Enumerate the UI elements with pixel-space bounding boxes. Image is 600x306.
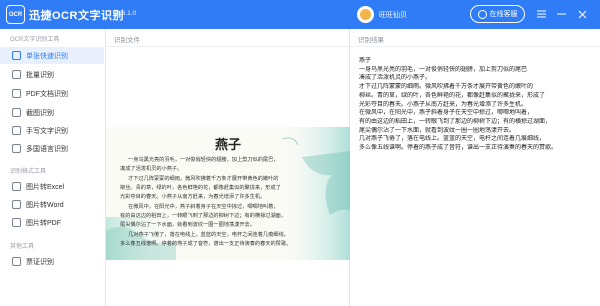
batch-icon <box>12 70 21 79</box>
sidebar-item-image-to-pdf[interactable]: 图片转PDF <box>0 214 104 231</box>
source-file-panel: 识别文件 燕子 一身乌黑光亮的羽毛，一对俊俏轻快的翅膀，加上剪刀似的尾巴， 凑成… <box>106 29 350 306</box>
sidebar-item-label: 单张快速识别 <box>26 52 68 60</box>
divider <box>106 46 349 47</box>
source-image[interactable]: 燕子 一身乌黑光亮的羽毛，一对俊俏轻快的翅膀，加上剪刀似的尾巴， 凑成了活泼机灵… <box>106 127 350 260</box>
recognition-result-panel: 识别结果 燕子 一身乌黑光亮的羽毛，一对俊俏轻快的翅膀，加上剪刀似的尾巴 凑成了… <box>350 29 600 306</box>
result-line: 燕子 <box>359 58 372 64</box>
handwriting-icon <box>12 126 21 135</box>
result-line: 尾尖偶尔沾了一下水面，就看到波纹一圈一圈地荡漾开去。 <box>359 127 516 134</box>
result-line: 凑成了活泼机灵的小燕子。 <box>359 75 432 82</box>
excel-icon <box>12 182 21 191</box>
result-line: 光彩夺目的春天。小燕子从南方赶来，为春光增添了许多生机。 <box>359 101 528 108</box>
sidebar-section-title: 识别格式工具 <box>10 169 47 175</box>
image-title: 燕子 <box>214 138 241 153</box>
image-text-line: 柳丝。青的草，绿的叶，各色鲜艳的花，都像赶集似的聚拢来，形成了 <box>120 185 281 191</box>
menu-icon[interactable] <box>533 6 549 22</box>
sidebar-item-screenshot-recognition[interactable]: 截图识别 <box>0 104 104 121</box>
result-line: 几对燕子飞倦了，落在电线上。蓝蓝的天空，电杆之间连着几痕细线， <box>359 136 546 143</box>
result-line: 柳丝。青的草，绿的叶，各色鲜艳的花，都像赶集似的聚拢来，形成了 <box>359 92 546 99</box>
sidebar-item-image-to-excel[interactable]: 图片转Excel <box>0 178 104 195</box>
ticket-icon <box>12 257 21 266</box>
sidebar-item-batch-recognition[interactable]: 批量识别 <box>0 66 104 83</box>
result-line: 多么像五线谱啊。停着的燕子成了音符，谱出一支正待演奏的春天的赞歌。 <box>359 145 558 152</box>
image-text-line: 尾尖偶尔沾了一下水面，就看到波纹一圈一圈地荡漾开去。 <box>120 222 255 228</box>
result-line: 才下过几阵蒙蒙的细雨。微风吹拂着千万条才展开带黄色的嫩叶的 <box>359 84 534 91</box>
sidebar-item-label: 多国语言识别 <box>26 145 68 153</box>
divider <box>350 46 600 47</box>
online-service-label: 在线客服 <box>489 11 518 18</box>
app-logo-icon: OCR <box>6 5 25 24</box>
sidebar-item-label: 手写文字识别 <box>26 127 68 135</box>
online-service-button[interactable]: 在线客服 <box>470 5 525 23</box>
sidebar-section-title: OCR文字识别工具 <box>10 37 60 43</box>
image-text-line: 有的由这边的稻田上，一转眼飞到了那边的柳树下边；有的横掠过湖面， <box>120 213 287 219</box>
minimize-icon[interactable] <box>553 6 569 22</box>
sidebar-item-label: 截图识别 <box>26 109 54 117</box>
image-text-line: 在微风中，在阳光中，燕子斜着身子在天空中掠过，唧唧地叫着， <box>128 204 279 210</box>
logo-text: OCR <box>8 11 23 18</box>
sidebar-item-label: PDF文档识别 <box>26 90 68 98</box>
sidebar-item-handwriting-recognition[interactable]: 手写文字识别 <box>0 122 104 139</box>
title-bar: OCR 迅捷OCR文字识别 v8.6.1.0 旺旺仙贝 在线客服 <box>0 0 600 29</box>
screenshot-icon <box>12 108 21 117</box>
avatar[interactable] <box>357 6 374 23</box>
sidebar-item-label: 批量识别 <box>26 71 54 79</box>
result-line: 在微风中，在阳光中，燕子斜着身子在天空中掠过，唧唧地叫着， <box>359 110 534 117</box>
sidebar-item-label: 票证识别 <box>26 258 54 266</box>
result-line: 一身乌黑光亮的羽毛，一对俊俏轻快的翅膀，加上剪刀似的尾巴 <box>359 66 528 73</box>
app-version: v8.6.1.0 <box>113 10 137 17</box>
sidebar-item-label: 图片转Excel <box>26 183 65 191</box>
sidebar-item-image-to-word[interactable]: 图片转Word <box>0 196 104 213</box>
sidebar-item-label: 图片转Word <box>26 201 64 209</box>
sidebar-section-title: 其他工具 <box>10 244 35 250</box>
app-title: 迅捷OCR文字识别 <box>29 10 124 22</box>
single-image-icon <box>12 51 21 60</box>
user-name[interactable]: 旺旺仙贝 <box>379 10 407 20</box>
word-icon <box>12 200 21 209</box>
sidebar: OCR文字识别工具 单张快速识别 批量识别 PDF文档识别 截图识别 手写文字识… <box>0 29 106 306</box>
image-text-line: 才下过几阵蒙蒙的细雨，微风吹拂着千万条才展开带黄色的嫩叶的 <box>128 176 279 182</box>
image-text-line: 几对燕子飞倦了，落在电线上。蓝蓝的天空，电杆之间连着几痕细线， <box>128 232 289 238</box>
language-icon <box>12 144 21 153</box>
sidebar-item-label: 图片转PDF <box>26 219 61 227</box>
avatar-image <box>360 9 371 20</box>
source-panel-header: 识别文件 <box>114 37 140 44</box>
sidebar-item-multilanguage-recognition[interactable]: 多国语言识别 <box>0 140 104 157</box>
pdf-icon <box>12 89 21 98</box>
image-text-line: 多么像五线谱啊。停着的燕子成了音符，谱出一支正待演奏的春天的赞歌。 <box>120 241 292 247</box>
image-text-line: 光彩夺目的春天。小燕子从南方赶来，为春光增添了许多生机。 <box>120 194 266 200</box>
user-account[interactable]: 旺旺仙贝 <box>357 6 407 23</box>
result-text-area[interactable]: 燕子 一身乌黑光亮的羽毛，一对俊俏轻快的翅膀，加上剪刀似的尾巴 凑成了活泼机灵的… <box>359 57 597 153</box>
pdf-convert-icon <box>12 218 21 227</box>
result-line: 有的由这边的稻田上，一转眼飞到了那边的柳树下边；有的横掠过湖面， <box>359 118 552 125</box>
sidebar-item-single-recognition[interactable]: 单张快速识别 <box>0 47 104 64</box>
image-text-line: 一身乌黑光亮的羽毛，一对俊俏轻快的翅膀，加上剪刀似的尾巴， <box>128 157 279 163</box>
headset-icon <box>477 9 487 19</box>
close-icon[interactable] <box>574 6 590 22</box>
image-text-line: 凑成了活泼机灵的小燕子。 <box>120 166 183 172</box>
sidebar-item-ticket-recognition[interactable]: 票证识别 <box>0 253 104 270</box>
result-panel-header: 识别结果 <box>358 37 384 44</box>
sidebar-item-pdf-recognition[interactable]: PDF文档识别 <box>0 85 104 102</box>
